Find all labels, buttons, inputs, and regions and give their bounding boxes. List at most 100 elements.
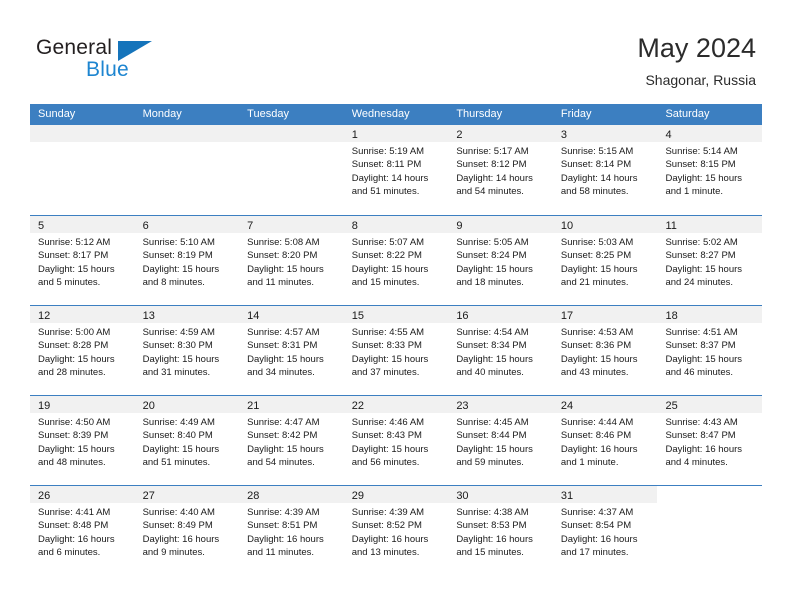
day-number-strip: 14 (239, 306, 344, 323)
sunset-text: Sunset: 8:47 PM (665, 430, 736, 442)
page-subtitle: Shagonar, Russia (645, 72, 756, 88)
sunrise-text: Sunrise: 5:14 AM (665, 146, 738, 157)
sunrise-text: Sunrise: 4:39 AM (351, 507, 425, 518)
day-number: 21 (247, 400, 260, 412)
day-details: Sunrise: 5:02 AM Sunset: 8:27 PM Daylight:… (657, 233, 762, 290)
day-details: Sunrise: 5:17 AM Sunset: 8:12 PM Daylight:… (448, 142, 553, 199)
sunrise-text: Sunrise: 5:10 AM (142, 237, 215, 248)
day-cell[interactable]: 28 Sunrise: 4:39 AM Sunset: 8:51 PM Dayligh… (239, 486, 344, 575)
day-number-strip: 24 (552, 396, 658, 413)
day-cell[interactable]: 12 Sunrise: 5:00 AM Sunset: 8:28 PM Dayligh… (30, 306, 135, 395)
day-cell[interactable]: 25 Sunrise: 4:43 AM Sunset: 8:47 PM Dayligh… (657, 396, 763, 485)
day-number: 14 (247, 310, 260, 322)
weekday-header-friday: Friday (560, 108, 592, 120)
sunset-text: Sunset: 8:20 PM (247, 250, 318, 262)
sunrise-text: Sunrise: 4:41 AM (38, 507, 111, 518)
sunrise-text: Sunrise: 5:19 AM (351, 146, 425, 157)
day-number-strip: 23 (448, 396, 553, 413)
day-cell[interactable]: 13 Sunrise: 4:59 AM Sunset: 8:30 PM Dayligh… (134, 306, 240, 395)
day-cell[interactable]: 18 Sunrise: 4:51 AM Sunset: 8:37 PM Dayligh… (657, 306, 763, 395)
day-cell[interactable]: 1 Sunrise: 5:19 AM Sunset: 8:11 PM Daylight… (343, 125, 449, 215)
day-number-strip: 29 (343, 486, 449, 503)
sunset-text: Sunset: 8:33 PM (351, 340, 422, 352)
day-cell[interactable]: 30 Sunrise: 4:38 AM Sunset: 8:53 PM Dayligh… (448, 486, 553, 575)
day-cell[interactable]: 21 Sunrise: 4:47 AM Sunset: 8:42 PM Dayligh… (239, 396, 344, 485)
daylight-text: Daylight: 15 hours and 18 minutes. (456, 263, 533, 289)
daylight-text: Daylight: 14 hours and 58 minutes. (560, 172, 638, 198)
day-number-strip: 31 (552, 486, 658, 503)
sunset-text: Sunset: 8:37 PM (665, 340, 736, 352)
day-cell[interactable]: 6 Sunrise: 5:10 AM Sunset: 8:19 PM Daylight… (134, 216, 240, 305)
day-cell[interactable]: 23 Sunrise: 4:45 AM Sunset: 8:44 PM Dayligh… (448, 396, 553, 485)
day-cell[interactable]: 20 Sunrise: 4:49 AM Sunset: 8:40 PM Dayligh… (134, 396, 240, 485)
logo-text-blue: Blue (86, 58, 129, 81)
day-cell[interactable]: 2 Sunrise: 5:17 AM Sunset: 8:12 PM Daylight… (448, 125, 553, 215)
day-cell[interactable]: 16 Sunrise: 4:54 AM Sunset: 8:34 PM Dayligh… (448, 306, 553, 395)
sunrise-text: Sunrise: 4:37 AM (560, 507, 634, 518)
day-cell-empty (30, 125, 135, 215)
daylight-text: Daylight: 14 hours and 51 minutes. (351, 172, 429, 198)
daylight-text: Daylight: 16 hours and 13 minutes. (351, 533, 429, 559)
general-blue-logo[interactable]: General Blue (36, 36, 206, 84)
day-number: 30 (456, 490, 469, 502)
day-cell[interactable]: 27 Sunrise: 4:40 AM Sunset: 8:49 PM Dayligh… (134, 486, 240, 575)
day-number-strip (30, 125, 135, 142)
day-cell[interactable]: 4 Sunrise: 5:14 AM Sunset: 8:15 PM Daylight… (657, 125, 763, 215)
daylight-text: Daylight: 15 hours and 37 minutes. (351, 353, 429, 379)
day-cell[interactable]: 14 Sunrise: 4:57 AM Sunset: 8:31 PM Dayligh… (239, 306, 344, 395)
day-cell[interactable]: 19 Sunrise: 4:50 AM Sunset: 8:39 PM Dayligh… (30, 396, 135, 485)
day-details: Sunrise: 5:07 AM Sunset: 8:22 PM Daylight:… (344, 233, 449, 290)
sunrise-text: Sunrise: 5:05 AM (456, 237, 529, 248)
day-number: 9 (456, 220, 463, 232)
sunrise-text: Sunrise: 4:50 AM (38, 417, 111, 428)
day-number-strip (657, 486, 763, 503)
day-cell[interactable]: 3 Sunrise: 5:15 AM Sunset: 8:14 PM Daylight… (552, 125, 658, 215)
sunset-text: Sunset: 8:42 PM (247, 430, 318, 442)
page-title: May 2024 (637, 33, 756, 63)
day-details: Sunrise: 5:10 AM Sunset: 8:19 PM Daylight:… (135, 233, 240, 290)
day-number: 23 (456, 400, 469, 412)
day-cell[interactable]: 7 Sunrise: 5:08 AM Sunset: 8:20 PM Daylight… (239, 216, 344, 305)
sunrise-text: Sunrise: 4:53 AM (560, 327, 634, 338)
daylight-text: Daylight: 16 hours and 9 minutes. (142, 533, 220, 559)
day-cell[interactable]: 9 Sunrise: 5:05 AM Sunset: 8:24 PM Daylight… (448, 216, 553, 305)
day-number-strip: 22 (343, 396, 449, 413)
sunset-text: Sunset: 8:15 PM (665, 159, 736, 171)
sunset-text: Sunset: 8:48 PM (38, 520, 109, 532)
day-number: 1 (351, 129, 358, 141)
day-cell[interactable]: 22 Sunrise: 4:46 AM Sunset: 8:43 PM Dayligh… (343, 396, 449, 485)
day-cell[interactable]: 5 Sunrise: 5:12 AM Sunset: 8:17 PM Daylight… (30, 216, 135, 305)
day-cell[interactable]: 10 Sunrise: 5:03 AM Sunset: 8:25 PM Dayligh… (552, 216, 658, 305)
day-details: Sunrise: 5:00 AM Sunset: 8:28 PM Daylight:… (30, 323, 135, 380)
daylight-text: Daylight: 16 hours and 11 minutes. (247, 533, 324, 559)
week-row: 5 Sunrise: 5:12 AM Sunset: 8:17 PM Daylight… (30, 215, 763, 305)
day-number: 2 (456, 129, 463, 141)
sunset-text: Sunset: 8:22 PM (351, 250, 422, 262)
day-cell[interactable]: 24 Sunrise: 4:44 AM Sunset: 8:46 PM Dayligh… (552, 396, 658, 485)
sunset-text: Sunset: 8:30 PM (142, 340, 213, 352)
day-number: 22 (351, 400, 364, 412)
sunset-text: Sunset: 8:31 PM (247, 340, 318, 352)
logo-text-general: General (36, 36, 113, 59)
sunset-text: Sunset: 8:25 PM (560, 250, 632, 262)
day-cell[interactable]: 15 Sunrise: 4:55 AM Sunset: 8:33 PM Dayligh… (343, 306, 449, 395)
daylight-text: Daylight: 15 hours and 40 minutes. (456, 353, 533, 379)
day-number: 28 (247, 490, 260, 502)
day-cell[interactable]: 31 Sunrise: 4:37 AM Sunset: 8:54 PM Dayligh… (552, 486, 658, 575)
weekday-header-saturday: Saturday (665, 108, 710, 120)
sunrise-text: Sunrise: 5:08 AM (247, 237, 320, 248)
day-cell[interactable]: 8 Sunrise: 5:07 AM Sunset: 8:22 PM Daylight… (343, 216, 449, 305)
day-cell[interactable]: 11 Sunrise: 5:02 AM Sunset: 8:27 PM Dayligh… (657, 216, 763, 305)
sunrise-text: Sunrise: 4:59 AM (142, 327, 215, 338)
day-details: Sunrise: 5:12 AM Sunset: 8:17 PM Daylight:… (30, 233, 135, 290)
day-details: Sunrise: 4:46 AM Sunset: 8:43 PM Daylight:… (344, 413, 449, 470)
day-cell[interactable]: 29 Sunrise: 4:39 AM Sunset: 8:52 PM Dayligh… (343, 486, 449, 575)
day-number: 27 (142, 490, 155, 502)
day-cell[interactable]: 17 Sunrise: 4:53 AM Sunset: 8:36 PM Dayligh… (552, 306, 658, 395)
daylight-text: Daylight: 15 hours and 31 minutes. (142, 353, 220, 379)
day-number-strip: 16 (448, 306, 553, 323)
day-cell[interactable]: 26 Sunrise: 4:41 AM Sunset: 8:48 PM Dayligh… (30, 486, 135, 575)
daylight-text: Daylight: 15 hours and 24 minutes. (665, 263, 743, 289)
day-number: 19 (38, 400, 51, 412)
sunset-text: Sunset: 8:46 PM (560, 430, 632, 442)
